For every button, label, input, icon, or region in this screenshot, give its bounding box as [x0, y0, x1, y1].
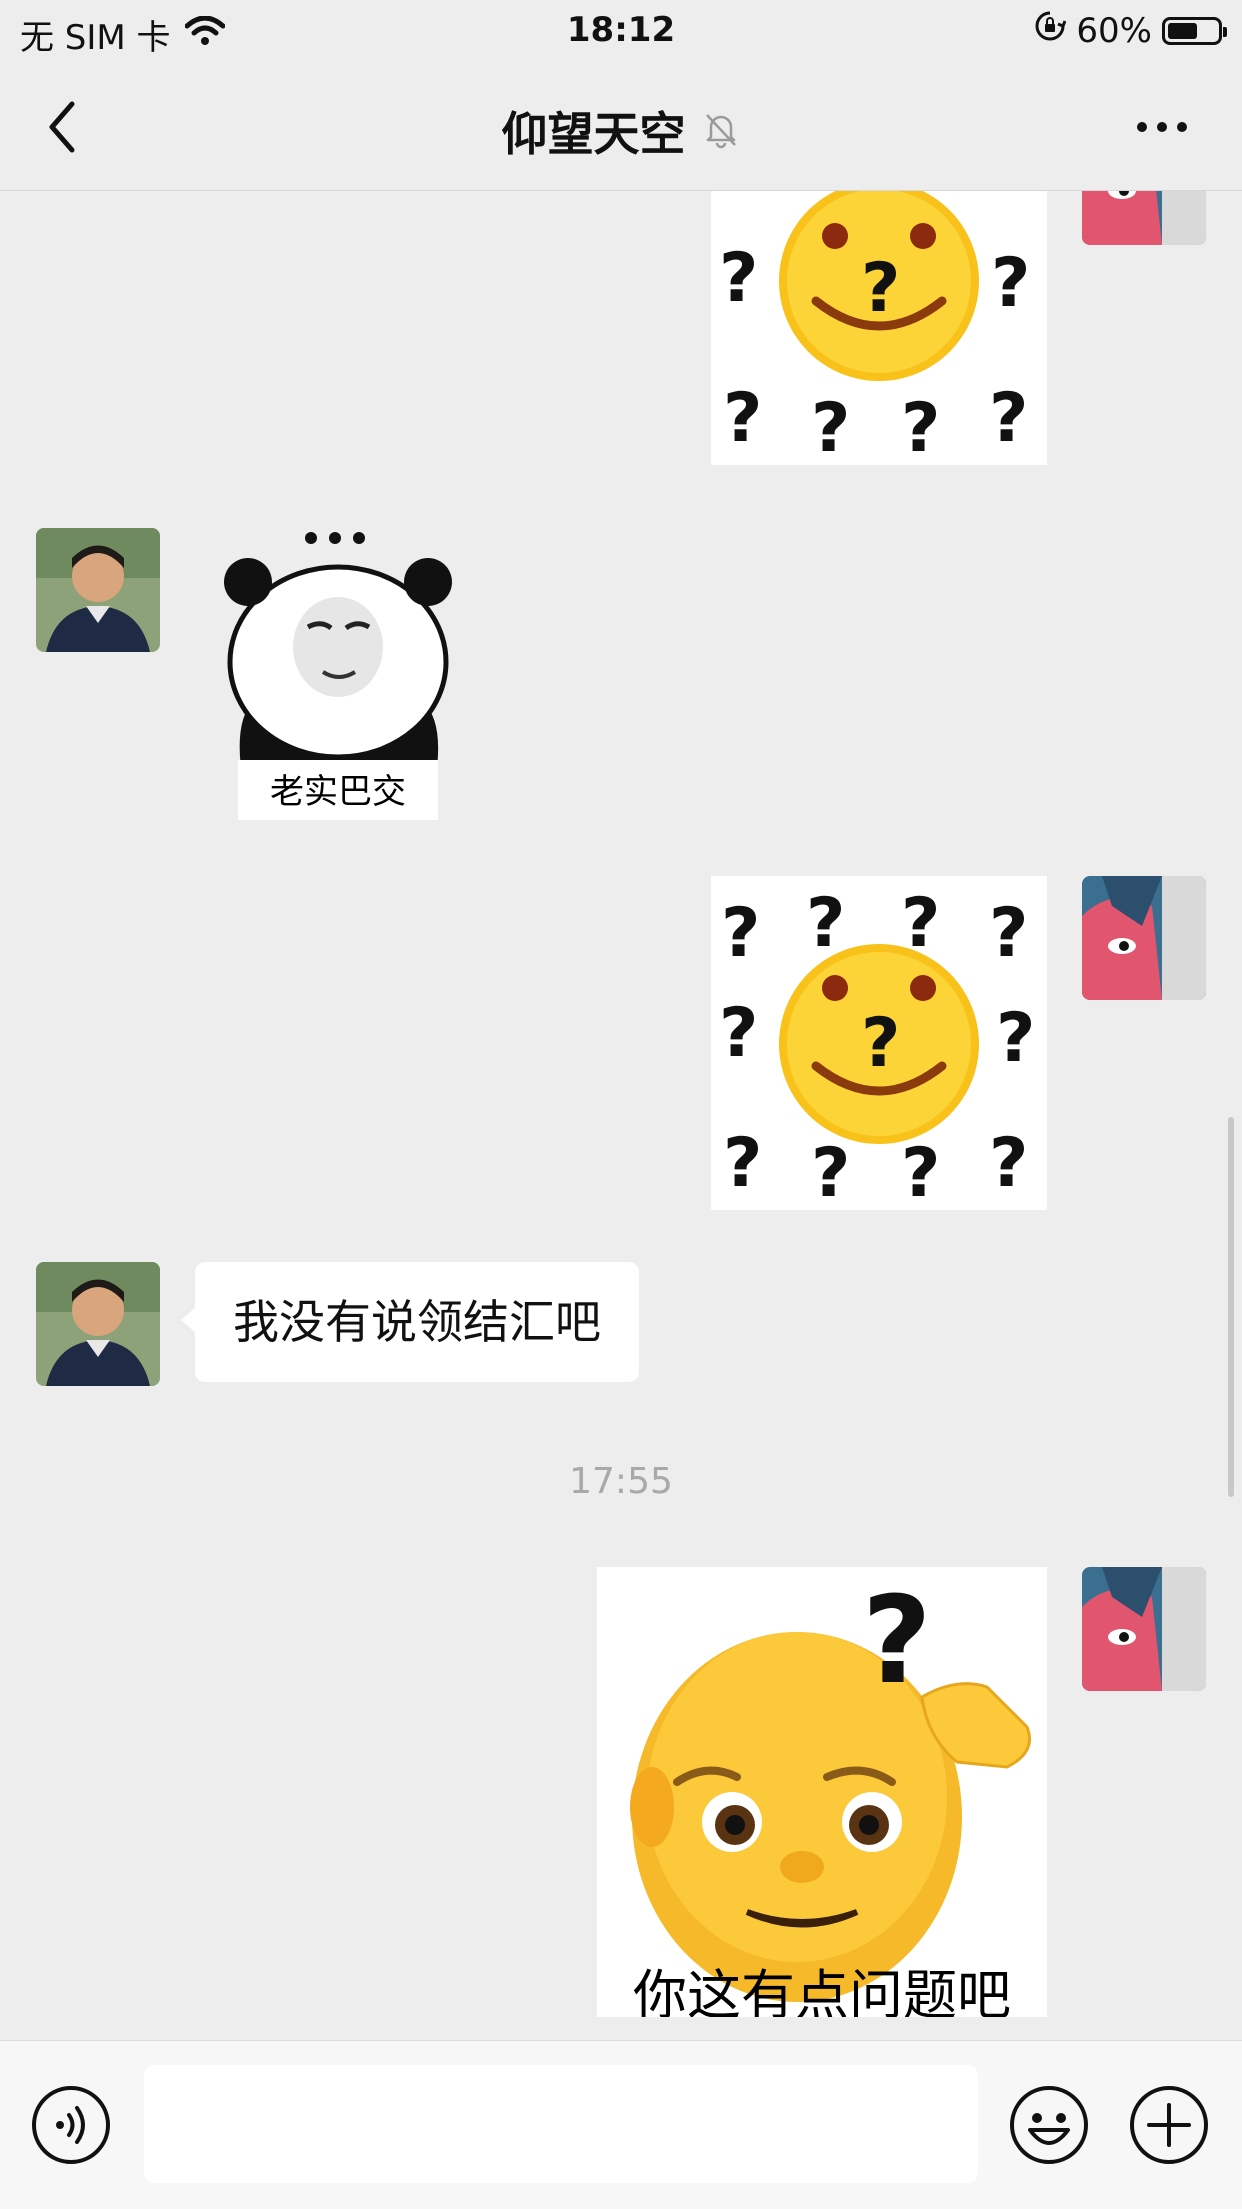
- status-right: 60%: [1034, 10, 1227, 51]
- question-smiley-sticker[interactable]: ???? ??? ????: [711, 191, 1047, 465]
- message-timestamp: 17:55: [569, 1461, 673, 1502]
- svg-text:?: ?: [721, 894, 760, 973]
- voice-icon: [32, 2086, 110, 2164]
- scroll-indicator[interactable]: [1228, 1117, 1234, 1497]
- chat-history[interactable]: ???? ??? ????: [0, 191, 1242, 2040]
- svg-text:?: ?: [862, 1572, 932, 1711]
- svg-text:?: ?: [991, 244, 1030, 323]
- chat-title: 仰望天空: [501, 107, 686, 161]
- contact-avatar[interactable]: [36, 528, 160, 652]
- svg-text:?: ?: [989, 894, 1028, 973]
- plus-icon: [1130, 2086, 1208, 2164]
- message-input[interactable]: [144, 2065, 978, 2183]
- svg-text:?: ?: [911, 191, 950, 200]
- svg-text:?: ?: [719, 239, 758, 318]
- svg-text:?: ?: [901, 1134, 940, 1210]
- my-avatar[interactable]: [1082, 191, 1206, 245]
- old-man-sticker-caption: 你这有点问题吧: [633, 1964, 1011, 2017]
- message-bubble[interactable]: 我没有说领结汇吧: [181, 1262, 639, 1382]
- svg-text:?: ?: [993, 191, 1032, 208]
- svg-text:?: ?: [723, 379, 762, 458]
- more-dots-icon: [1137, 122, 1187, 132]
- battery-percent: 60%: [1076, 10, 1152, 51]
- svg-text:?: ?: [861, 1004, 900, 1083]
- more-button[interactable]: [1122, 107, 1202, 147]
- svg-text:?: ?: [989, 379, 1028, 458]
- nav-title-wrap: 仰望天空: [0, 98, 1242, 164]
- my-avatar[interactable]: [1082, 876, 1206, 1000]
- my-avatar[interactable]: [1082, 1567, 1206, 1691]
- svg-text:?: ?: [861, 249, 900, 328]
- svg-text:?: ?: [996, 999, 1035, 1078]
- contact-avatar[interactable]: [36, 1262, 160, 1386]
- battery-icon: [1162, 16, 1227, 45]
- svg-text:?: ?: [901, 389, 940, 465]
- nav-bar: 仰望天空: [0, 62, 1242, 191]
- more-actions-button[interactable]: [1128, 2084, 1210, 2170]
- svg-text:?: ?: [901, 884, 940, 963]
- smiley-icon: [1010, 2086, 1088, 2164]
- old-man-thinking-sticker[interactable]: ? 你这有点问题吧: [597, 1567, 1047, 2017]
- emoji-button[interactable]: [1008, 2084, 1090, 2170]
- panda-sticker-caption: 老实巴交: [270, 772, 406, 812]
- svg-text:?: ?: [811, 1134, 850, 1210]
- voice-button[interactable]: [30, 2084, 112, 2170]
- bell-muted-icon: [701, 109, 741, 153]
- svg-text:?: ?: [721, 191, 760, 208]
- panda-sticker[interactable]: 老实巴交: [213, 522, 463, 822]
- orientation-lock-icon: [1034, 10, 1067, 51]
- svg-text:?: ?: [719, 994, 758, 1073]
- question-smiley-sticker[interactable]: ???? ??? ????: [711, 876, 1047, 1210]
- svg-text:?: ?: [811, 389, 850, 465]
- svg-text:?: ?: [723, 1124, 762, 1203]
- svg-text:?: ?: [989, 1124, 1028, 1203]
- input-bar: [0, 2040, 1242, 2209]
- svg-text:?: ?: [806, 884, 845, 963]
- svg-text:?: ?: [811, 191, 850, 200]
- status-bar: 无 SIM 卡 18:12 60%: [0, 0, 1242, 62]
